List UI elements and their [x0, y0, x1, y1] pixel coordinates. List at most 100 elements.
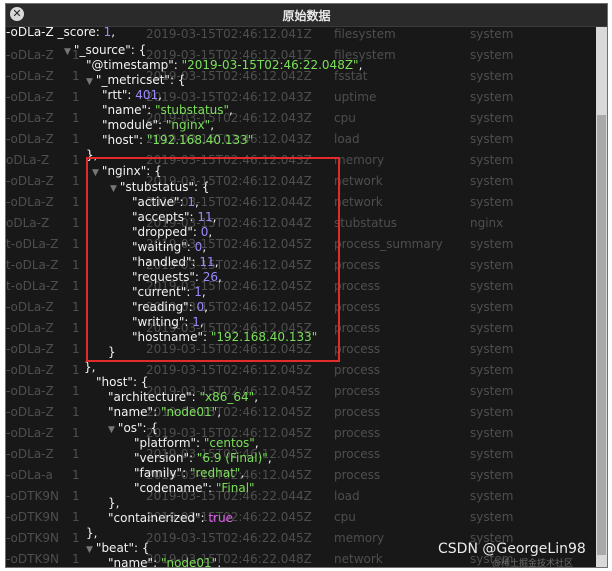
json-key: "requests":	[132, 270, 203, 284]
json-key: ,	[254, 436, 259, 450]
json-line: "architecture": "x86_64",	[108, 390, 258, 404]
table-row[interactable]: -oDLa-Z 1 2019-03-15T02:46:12.045Z process s…	[6, 445, 596, 466]
json-line: },	[84, 360, 95, 374]
table-cell: oDLa-Z	[6, 216, 50, 230]
table-row[interactable]: -oDLa-Z 1 2019-03-15T02:46:12.045Z process s…	[6, 382, 596, 403]
table-cell: -oDLa-Z	[6, 342, 54, 356]
json-line: ▼ "os": {	[108, 421, 158, 435]
json-number: 401	[135, 88, 159, 102]
table-row[interactable]: -oDLa-Z 1 2019-03-15T02:46:12.045Z process s…	[6, 403, 596, 424]
table-row[interactable]: t-oDLa-Z 1 2019-03-15T02:46:12.045Z process…	[6, 235, 596, 256]
table-cell: t-oDLa-Z	[6, 258, 59, 272]
table-cell: 1	[72, 321, 80, 335]
table-row[interactable]: -oDLa-a 1 2019-03-15T02:46:12.045Z process s…	[6, 466, 596, 487]
table-cell: 1	[72, 510, 80, 524]
table-cell: 1	[72, 237, 80, 251]
table-cell: system	[470, 111, 514, 125]
scrollbar-thumb[interactable]	[597, 115, 606, 555]
table-cell: system	[470, 426, 514, 440]
json-key: ,	[212, 210, 217, 224]
json-key: "waiting":	[132, 240, 195, 254]
collapse-triangle-icon[interactable]: ▼	[64, 47, 71, 57]
table-cell: system	[470, 321, 514, 335]
table-cell: -oDTK9N	[6, 531, 59, 545]
table-cell: process	[334, 342, 381, 356]
table-row[interactable]: -oDLa-Z 1 2019-03-15T02:46:12.045Z process s…	[6, 298, 596, 319]
json-key: "beat": {	[95, 541, 150, 555]
json-key: "writing":	[132, 315, 193, 329]
table-cell: 1	[72, 174, 80, 188]
collapse-triangle-icon[interactable]: ▼	[110, 184, 117, 194]
json-line: "active": 1,	[132, 195, 199, 209]
table-cell: 1	[72, 132, 80, 146]
json-line: "name": "node01",	[108, 556, 221, 568]
table-cell: 1	[72, 363, 80, 377]
json-line: ▼ "stubstatus": {	[110, 180, 210, 194]
table-cell: process	[334, 258, 381, 272]
json-key: "host": {	[96, 375, 149, 389]
table-cell: system	[470, 363, 514, 377]
table-cell: 2019-03-15T02:46:12.043Z	[146, 153, 312, 167]
collapse-triangle-icon[interactable]: ▼	[108, 425, 115, 435]
json-key: ,	[217, 405, 222, 419]
table-cell: system	[470, 237, 514, 251]
table-cell: stubstatus	[334, 216, 398, 230]
vertical-scrollbar[interactable]	[596, 27, 607, 567]
table-cell: process	[334, 363, 381, 377]
table-cell: system	[470, 48, 514, 62]
table-cell: -oDLa-Z	[6, 447, 54, 461]
table-row[interactable]: oDLa-Z 1 2019-03-15T02:46:12.044Z stubstatu…	[6, 214, 596, 235]
table-cell: system	[470, 153, 514, 167]
table-cell: 2019-03-15T02:46:12.045Z	[146, 342, 312, 356]
table-row[interactable]: t-oDLa-Z 1 2019-03-15T02:46:12.045Z process…	[6, 277, 596, 298]
table-row[interactable]: -oDLa-Z 1 2019-03-15T02:46:12.043Z cpu syste…	[6, 109, 596, 130]
json-line: "name": "node01",	[108, 405, 221, 419]
table-cell: system	[470, 447, 514, 461]
table-cell: process	[334, 321, 381, 335]
collapse-triangle-icon[interactable]: ▼	[86, 77, 93, 87]
table-cell: system	[470, 27, 514, 41]
json-line: "module": "nginx",	[102, 118, 214, 132]
json-line: },	[86, 148, 97, 162]
table-cell: uptime	[334, 90, 377, 104]
json-key: ,	[208, 225, 213, 239]
table-row[interactable]: -oDLa-Z 1 2019-03-15T02:46:12.044Z network s…	[6, 193, 596, 214]
json-key: "stubstatus": {	[119, 180, 210, 194]
table-cell: process	[334, 300, 381, 314]
json-line: ▼ "nginx": {	[92, 164, 162, 178]
json-line: "dropped": 0,	[132, 225, 212, 239]
json-string: "nginx"	[165, 118, 211, 132]
table-cell: system	[470, 489, 514, 503]
table-cell: 1	[72, 468, 80, 482]
table-cell: process	[334, 279, 381, 293]
json-key: "version":	[134, 451, 197, 465]
table-cell: load	[334, 132, 360, 146]
json-line: "codename": "Final"	[134, 481, 255, 495]
json-key: ,	[267, 451, 272, 465]
table-cell: system	[470, 510, 514, 524]
json-string: "stubstatus"	[154, 103, 230, 117]
dialog-titlebar: ✕ 原始数据	[6, 4, 607, 27]
json-number: 11	[199, 255, 215, 269]
table-cell: 2019-03-15T02:46:12.043Z	[146, 90, 312, 104]
json-key: "os": {	[117, 421, 159, 435]
table-cell: 1	[72, 195, 80, 209]
json-line: },	[86, 526, 97, 540]
table-cell: system	[470, 468, 514, 482]
table-row[interactable]: -oDTK9N 1 2019-03-15T02:46:22.044Z load syst…	[6, 487, 596, 508]
table-row[interactable]: t-oDLa-Z 1 2019-03-15T02:46:12.045Z process…	[6, 256, 596, 277]
table-cell: load	[334, 489, 360, 503]
json-key: ,	[214, 255, 219, 269]
json-line: "family": "redhat",	[134, 466, 244, 480]
collapse-triangle-icon[interactable]: ▼	[92, 168, 99, 178]
json-key: "@timestamp":	[86, 58, 182, 72]
json-string: "192.168.40.133"	[210, 330, 318, 344]
table-cell: t-oDLa-Z	[6, 237, 59, 251]
table-row[interactable]: -oDLa-Z 1 2019-03-15T02:46:12.045Z process s…	[6, 424, 596, 445]
json-key: }	[108, 345, 116, 359]
table-row[interactable]: -oDLa-Z 1 2019-03-15T02:46:12.043Z uptime sy…	[6, 88, 596, 109]
json-string: "node01"	[160, 405, 218, 419]
json-key: "name":	[102, 103, 155, 117]
collapse-triangle-icon[interactable]: ▼	[86, 545, 93, 555]
json-string: "node01"	[160, 556, 218, 568]
